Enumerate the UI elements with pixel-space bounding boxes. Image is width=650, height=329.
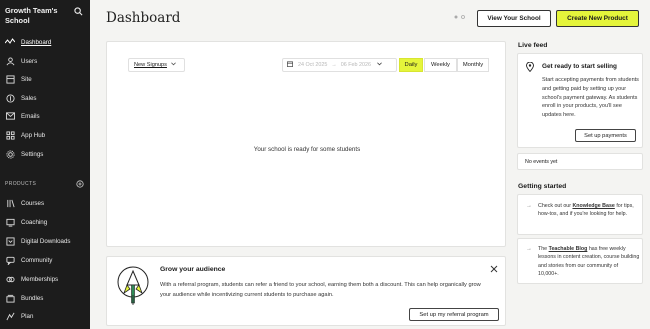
- teachable-blog-text: The Teachable Blog has free weekly lesso…: [538, 245, 640, 278]
- location-pin-icon: [526, 62, 534, 72]
- site-icon: [5, 74, 15, 84]
- sidebar-item-courses[interactable]: Courses: [0, 196, 90, 210]
- bundles-icon: [5, 293, 15, 303]
- activity-icon: [5, 37, 15, 47]
- search-icon[interactable]: [74, 7, 83, 16]
- grow-title: Grow your audience: [160, 266, 226, 273]
- signups-chart-card: New Signups 24 Oct 2025 → 06 Feb 2026 Da…: [106, 41, 506, 247]
- text-fragment: The: [538, 246, 549, 252]
- plan-icon: [5, 311, 15, 321]
- events-card: No events yet: [517, 153, 643, 170]
- sidebar-item-memberships[interactable]: Memberships: [0, 272, 90, 286]
- chart-empty-message: Your school is ready for some students: [253, 146, 361, 153]
- sidebar-item-emails[interactable]: Emails: [0, 109, 90, 123]
- sidebar: Growth Team's School Dashboard Users Sit…: [0, 0, 90, 329]
- getting-started-item: → Check out our Knowledge Base for tips,…: [517, 194, 643, 235]
- sidebar-item-label: Dashboard: [21, 38, 52, 46]
- app-hub-icon: [5, 130, 15, 140]
- period-monthly-button[interactable]: Monthly: [457, 58, 489, 72]
- sidebar-item-app-hub[interactable]: App Hub: [0, 128, 90, 142]
- sidebar-item-label: Courses: [21, 199, 45, 207]
- sidebar-item-label: Digital Downloads: [21, 237, 71, 245]
- products-section-header: PRODUCTS: [5, 181, 37, 187]
- courses-icon: [5, 198, 15, 208]
- view-school-button[interactable]: View Your School: [477, 10, 551, 27]
- users-icon: [5, 56, 15, 66]
- sidebar-item-label: Community: [21, 256, 53, 264]
- download-icon: [5, 236, 15, 246]
- knowledge-base-text: Check out our Knowledge Base for tips, h…: [538, 202, 640, 219]
- sidebar-item-bundles[interactable]: Bundles: [0, 291, 90, 305]
- sidebar-item-label: Users: [21, 57, 38, 65]
- grow-audience-card: Grow your audience With a referral progr…: [106, 256, 506, 326]
- sidebar-item-label: Bundles: [21, 294, 44, 302]
- teachable-blog-link[interactable]: Teachable Blog: [549, 246, 588, 252]
- arrow-right-icon: →: [526, 246, 532, 252]
- metric-select-label: New Signups: [134, 62, 167, 68]
- coaching-icon: [5, 217, 15, 227]
- text-fragment: Check out our: [538, 203, 573, 209]
- create-product-button[interactable]: Create New Product: [556, 10, 639, 27]
- sidebar-item-label: Site: [21, 75, 32, 83]
- period-daily-button[interactable]: Daily: [399, 58, 423, 72]
- page-title: Dashboard: [106, 10, 181, 26]
- knowledge-base-link[interactable]: Knowledge Base: [572, 203, 614, 209]
- sidebar-item-community[interactable]: Community: [0, 253, 90, 267]
- gear-icon: [5, 149, 15, 159]
- metric-select[interactable]: New Signups: [128, 58, 185, 72]
- sidebar-item-sales[interactable]: Sales: [0, 91, 90, 105]
- date-separator: →: [331, 62, 337, 68]
- date-start: 24 Oct 2025: [298, 62, 328, 68]
- feed-card-text: Start accepting payments from students a…: [542, 77, 639, 119]
- live-feed-title: Live feed: [518, 42, 548, 49]
- getting-started-title: Getting started: [518, 183, 567, 190]
- sidebar-item-plan[interactable]: Plan: [0, 309, 90, 323]
- grow-description: With a referral program, students can re…: [160, 282, 481, 298]
- sidebar-item-site[interactable]: Site: [0, 72, 90, 86]
- referral-illustration-icon: [117, 266, 149, 305]
- sidebar-item-label: Settings: [21, 150, 44, 158]
- school-name[interactable]: Growth Team's School: [5, 6, 75, 26]
- sidebar-item-label: Memberships: [21, 275, 59, 283]
- sidebar-item-label: Sales: [21, 94, 37, 102]
- live-feed-card: Get ready to start selling Start accepti…: [517, 53, 643, 148]
- arrow-right-icon: →: [526, 203, 532, 209]
- getting-started-item: → The Teachable Blog has free weekly les…: [517, 238, 643, 284]
- sidebar-item-label: Plan: [21, 312, 34, 320]
- sales-icon: [5, 93, 15, 103]
- sidebar-item-users[interactable]: Users: [0, 54, 90, 68]
- sidebar-item-label: App Hub: [21, 131, 46, 139]
- feed-card-title: Get ready to start selling: [542, 63, 617, 70]
- referral-program-button[interactable]: Set up my referral program: [409, 308, 499, 321]
- sidebar-item-label: Coaching: [21, 218, 48, 226]
- date-end: 06 Feb 2026: [340, 62, 372, 68]
- mail-icon: [5, 111, 15, 121]
- date-range-picker[interactable]: 24 Oct 2025 → 06 Feb 2026: [282, 58, 397, 72]
- sidebar-item-label: Emails: [21, 112, 40, 120]
- period-weekly-button[interactable]: Weekly: [424, 58, 457, 72]
- events-empty-text: No events yet: [525, 159, 558, 165]
- sidebar-item-dashboard[interactable]: Dashboard: [0, 35, 90, 49]
- chevron-down-icon: [377, 62, 382, 68]
- memberships-icon: [5, 274, 15, 284]
- add-product-icon[interactable]: [76, 180, 84, 188]
- chevron-down-icon: [171, 62, 176, 68]
- close-icon[interactable]: [490, 265, 498, 273]
- notification-icon[interactable]: [453, 14, 469, 22]
- set-up-payments-button[interactable]: Set up payments: [575, 129, 636, 142]
- community-icon: [5, 255, 15, 265]
- sidebar-item-coaching[interactable]: Coaching: [0, 215, 90, 229]
- sidebar-item-digital-downloads[interactable]: Digital Downloads: [0, 234, 90, 248]
- calendar-icon: [287, 61, 293, 69]
- sidebar-item-settings[interactable]: Settings: [0, 147, 90, 161]
